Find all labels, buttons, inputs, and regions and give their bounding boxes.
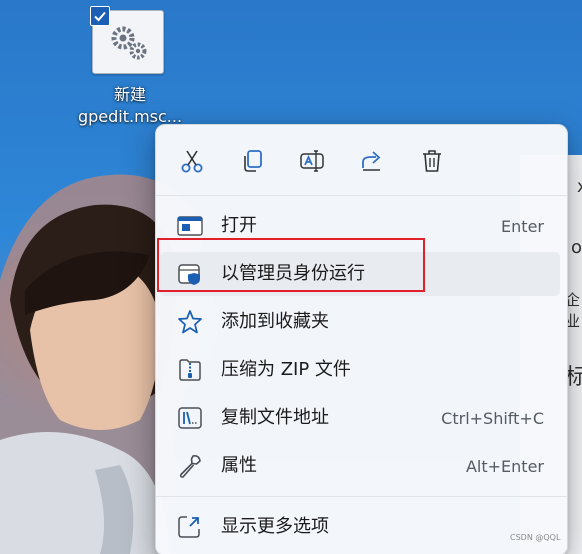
copy-icon [244,150,262,172]
menu-separator [156,496,567,497]
context-menu: 打开 Enter 以管理员身份运行 添加到收藏夹 压缩为 ZIP 文件 复制文件… [155,124,568,554]
menu-separator [156,195,567,196]
menu-item-label: 添加到收藏夹 [221,311,329,332]
quick-actions-bar [156,125,567,195]
desktop-shortcut[interactable]: 新建 gpedit.msc... [72,4,188,134]
menu-item-add-favorites[interactable]: 添加到收藏夹 [160,300,560,344]
background-close-glyph: x [577,177,582,197]
desktop-icon-label-line1: 新建 [113,85,146,104]
more-options-icon [176,514,204,540]
menu-item-copy-path[interactable]: 复制文件地址 Ctrl+Shift+C [160,396,560,440]
cut-button[interactable] [172,143,212,179]
zip-folder-icon [176,357,204,383]
rename-icon [300,150,324,172]
copy-path-icon [176,405,204,431]
menu-item-label: 显示更多选项 [221,516,329,537]
menu-item-properties[interactable]: 属性 Alt+Enter [160,444,560,488]
menu-item-label: 压缩为 ZIP 文件 [221,359,351,380]
menu-item-shortcut: Enter [501,217,544,236]
background-text-1: on [571,237,582,258]
share-icon [362,151,381,171]
menu-item-shortcut: Ctrl+Shift+C [441,409,544,428]
menu-item-label: 属性 [221,455,257,476]
watermark-text: CSDN @QQL [510,533,561,542]
desktop-icon-label: 新建 gpedit.msc... [62,84,198,128]
share-button[interactable] [352,143,392,179]
menu-item-label: 复制文件地址 [221,407,329,428]
menu-item-compress-zip[interactable]: 压缩为 ZIP 文件 [160,348,560,392]
star-icon [176,309,204,335]
selection-checkbox-icon[interactable] [90,6,110,26]
menu-item-shortcut: Alt+Enter [465,457,544,476]
wrench-icon [176,453,204,479]
rename-button[interactable] [292,143,332,179]
copy-button[interactable] [232,143,272,179]
menu-item-show-more-options[interactable]: 显示更多选项 [160,505,560,549]
delete-button[interactable] [412,143,452,179]
open-window-icon [176,213,204,239]
menu-item-label: 打开 [221,215,257,236]
annotation-highlight-box [157,238,425,292]
desktop-background: 新建 gpedit.msc... x on 企业 标 [0,0,582,554]
cut-icon [181,150,203,173]
delete-icon [423,150,441,172]
